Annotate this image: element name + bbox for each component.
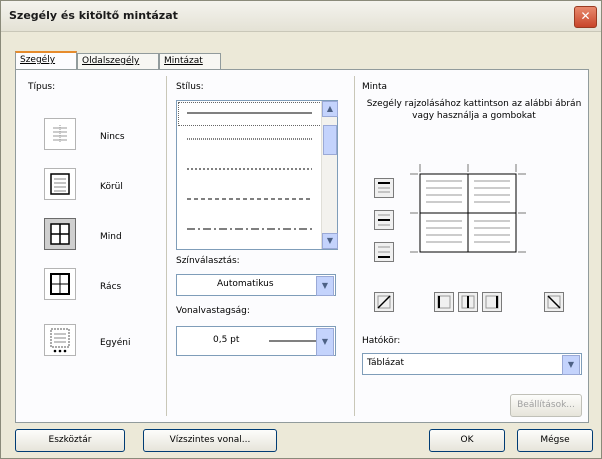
style-label: Stílus: <box>176 82 204 92</box>
diagonal-up-border-icon[interactable] <box>374 292 394 312</box>
color-value: Automatikus <box>217 279 274 289</box>
inside-horizontal-border-icon[interactable] <box>374 210 394 230</box>
dialog-title: Szegély és kitöltő mintázat <box>9 9 178 22</box>
preview-hint: Szegély rajzolásához kattintson az alább… <box>366 99 582 121</box>
border-grid-icon[interactable] <box>44 268 76 300</box>
border-none-icon[interactable] <box>44 118 76 150</box>
border-shading-dialog: Szegély és kitöltő mintázat ✕ Szegély Ol… <box>0 0 602 459</box>
type-option-label: Körül <box>100 182 123 192</box>
toolbar-button[interactable]: Eszköztár <box>15 429 125 452</box>
type-option-label: Mind <box>100 232 122 242</box>
scroll-up-icon[interactable]: ▲ <box>322 101 338 117</box>
scroll-thumb[interactable] <box>323 125 337 155</box>
tab-oldalszegely[interactable]: Oldalszegély <box>77 53 159 69</box>
border-preview-diagram[interactable] <box>410 164 526 254</box>
width-label: Vonalvastagság: <box>176 306 250 316</box>
chevron-down-icon[interactable]: ▼ <box>316 276 334 296</box>
close-button[interactable]: ✕ <box>574 6 597 28</box>
color-select[interactable]: Automatikus ▼ <box>176 274 336 296</box>
border-all-icon[interactable] <box>44 218 76 250</box>
line-width-select[interactable]: 0,5 pt ▼ <box>176 326 336 356</box>
divider <box>354 76 355 416</box>
type-label: Típus: <box>28 82 56 92</box>
preview-label: Minta <box>362 82 388 92</box>
bottom-border-icon[interactable] <box>374 242 394 262</box>
border-box-icon[interactable] <box>44 168 76 200</box>
line-width-preview <box>269 340 319 342</box>
tab-mintazat[interactable]: Mintázat <box>159 53 221 69</box>
tab-szegely[interactable]: Szegély <box>15 51 77 71</box>
line-width-value: 0,5 pt <box>213 335 240 345</box>
tab-label: Szegély <box>20 55 56 65</box>
horizontal-line-button[interactable]: Vízszintes vonal... <box>143 429 277 452</box>
chevron-down-icon[interactable]: ▼ <box>562 355 580 375</box>
line-style-list[interactable]: ▲ ▼ <box>176 100 338 250</box>
inside-vertical-border-icon[interactable] <box>458 292 478 312</box>
left-border-icon[interactable] <box>434 292 454 312</box>
scope-value: Táblázat <box>367 358 405 368</box>
tab-label: Oldalszegély <box>82 56 140 66</box>
divider <box>166 76 167 416</box>
border-custom-icon[interactable] <box>44 324 76 356</box>
chevron-down-icon[interactable]: ▼ <box>316 328 334 356</box>
top-border-icon[interactable] <box>374 178 394 198</box>
scope-select[interactable]: Táblázat ▼ <box>362 353 582 375</box>
title-bar: Szegély és kitöltő mintázat ✕ <box>1 1 601 32</box>
right-border-icon[interactable] <box>482 292 502 312</box>
style-scrollbar[interactable]: ▲ ▼ <box>321 101 338 249</box>
tab-label: Mintázat <box>164 56 203 66</box>
type-option-label: Rács <box>100 282 122 292</box>
options-button[interactable]: Beállítások... <box>510 394 582 417</box>
scope-label: Hatókör: <box>362 336 401 346</box>
color-label: Színválasztás: <box>176 256 240 266</box>
type-option-label: Egyéni <box>100 338 131 348</box>
diagonal-down-border-icon[interactable] <box>544 292 564 312</box>
ok-button[interactable]: OK <box>429 429 505 452</box>
border-tab-panel: Típus: Nincs Körül Mind Rács Egyéni Stíl… <box>15 69 589 423</box>
cancel-button[interactable]: Mégse <box>517 429 593 452</box>
scroll-down-icon[interactable]: ▼ <box>322 233 338 249</box>
type-option-label: Nincs <box>100 132 125 142</box>
line-style-previews <box>187 112 312 230</box>
